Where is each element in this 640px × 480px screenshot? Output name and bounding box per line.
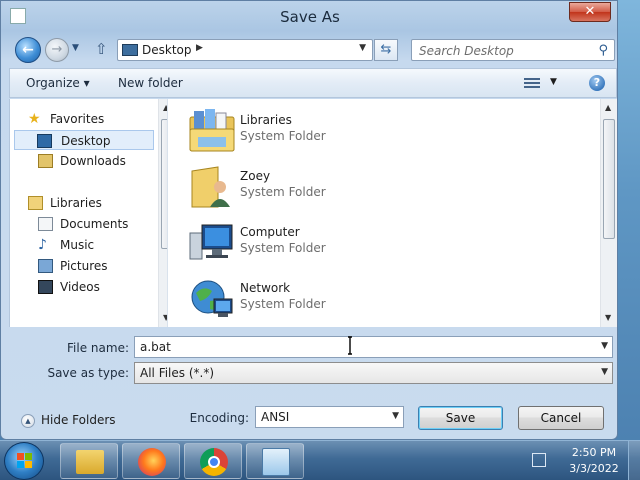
save-button[interactable]: Save [418,406,503,430]
taskbar-firefox[interactable] [122,443,180,479]
filename-value[interactable]: a.bat [140,340,171,354]
chevron-down-icon[interactable]: ▼ [601,367,608,377]
star-icon: ★ [28,111,41,127]
filename-label: File name: [67,341,129,355]
chrome-icon [200,448,228,476]
refresh-button[interactable]: ⇆ [374,39,398,61]
sidebar-item-videos[interactable]: Videos [38,277,158,297]
search-placeholder: Search Desktop [419,44,514,58]
clock-date: 3/3/2022 [569,462,619,475]
address-path[interactable]: Desktop [142,43,192,57]
savetype-select[interactable]: All Files (*.*) ▼ [134,362,613,384]
view-dropdown-icon[interactable]: ▼ [550,77,557,87]
dialog-title: Save As [280,8,340,26]
system-clock[interactable]: 2:50 PM 3/3/2022 [564,445,624,477]
clock-time: 2:50 PM [571,446,617,459]
sidebar-item-music[interactable]: ♪ Music [38,235,158,255]
title-bar[interactable]: Save As ✕ [1,1,619,33]
file-item-zoey[interactable]: Zoey System Folder [188,161,488,213]
libraries-icon [28,196,43,210]
sidebar-item-downloads[interactable]: Downloads [38,151,158,171]
address-bar[interactable]: Desktop ▶ ▼ [117,39,373,61]
desktop-icon [37,134,52,148]
documents-icon [38,217,53,231]
scroll-up-icon[interactable]: ▲ [605,103,611,112]
downloads-icon [38,154,53,168]
notepad-icon [262,448,290,476]
scroll-down-icon[interactable]: ▼ [605,313,611,322]
encoding-label: Encoding: [189,411,249,425]
start-button[interactable] [4,442,44,480]
mouse-cursor-icon [348,336,352,355]
file-scroll-thumb[interactable] [603,119,615,239]
computer-icon [189,224,233,260]
sidebar-item-desktop[interactable]: Desktop [14,130,154,150]
libraries-folder-icon [189,109,235,152]
chevron-up-icon: ▲ [21,414,35,428]
change-view-icon[interactable] [524,76,540,90]
taskbar: 2:50 PM 3/3/2022 [0,440,640,480]
arrow-left-icon: ← [22,42,34,58]
explorer-icon [76,450,104,474]
cancel-button[interactable]: Cancel [518,406,604,430]
action-center-flag-icon[interactable] [532,453,546,467]
firefox-icon [138,448,166,476]
arrow-right-icon: → [51,42,63,57]
network-icon [191,280,233,317]
show-desktop-button[interactable] [628,441,640,480]
encoding-select[interactable]: ANSI ▼ [255,406,404,428]
taskbar-chrome[interactable] [184,443,242,479]
close-button[interactable]: ✕ [569,2,611,22]
search-input[interactable]: Search Desktop ⚲ [411,39,615,61]
organize-button[interactable]: Organize ▾ [26,76,90,90]
pictures-icon [38,259,53,273]
sidebar-item-favorites[interactable]: ★ Favorites [28,109,156,129]
taskbar-explorer[interactable] [60,443,118,479]
new-folder-button[interactable]: New folder [118,76,183,90]
sidebar-item-libraries[interactable]: Libraries [28,193,156,213]
filename-field[interactable]: a.bat ▼ [134,336,613,358]
navigation-bar: ← → ▼ ⇧ Desktop ▶ ▼ ⇆ Search Desktop ⚲ [1,34,619,66]
up-level-icon[interactable]: ⇧ [95,40,108,58]
chevron-right-icon[interactable]: ▶ [196,43,203,53]
chevron-down-icon[interactable]: ▼ [392,411,399,421]
back-button[interactable]: ← [15,37,41,63]
user-folder-icon [191,166,230,208]
navigation-pane: ★ Favorites Desktop Downloads Libraries … [9,99,167,327]
chevron-down-icon[interactable]: ▼ [601,341,608,351]
file-list: Libraries System Folder Zoey System Fold… [167,99,617,327]
file-item-network[interactable]: Network System Folder [188,273,488,325]
save-as-dialog: Save As ✕ ← → ▼ ⇧ Desktop ▶ ▼ ⇆ Search D… [0,0,618,440]
file-item-computer[interactable]: Computer System Folder [188,217,488,269]
chevron-down-icon[interactable]: ▼ [359,43,366,53]
file-list-scrollbar[interactable]: ▲ ▼ [600,99,617,327]
taskbar-notepad[interactable] [246,443,304,479]
refresh-icon: ⇆ [380,42,392,57]
music-icon: ♪ [38,237,47,253]
encoding-value: ANSI [261,410,290,424]
nav-pane-scrollbar[interactable]: ▲ ▼ [158,99,167,327]
sidebar-item-pictures[interactable]: Pictures [38,256,158,276]
forward-button[interactable]: → [45,38,69,62]
savetype-value: All Files (*.*) [140,366,215,380]
help-icon[interactable]: ? [589,75,605,91]
desktop-location-icon [122,44,138,56]
videos-icon [38,280,53,294]
sidebar-item-documents[interactable]: Documents [38,214,158,234]
search-icon[interactable]: ⚲ [598,43,608,58]
recent-locations-dropdown-icon[interactable]: ▼ [72,43,79,53]
savetype-label: Save as type: [47,366,129,380]
command-toolbar: Organize ▾ New folder ▼ ? [9,68,617,98]
windows-logo-icon [17,453,33,469]
file-item-libraries[interactable]: Libraries System Folder [188,105,488,157]
